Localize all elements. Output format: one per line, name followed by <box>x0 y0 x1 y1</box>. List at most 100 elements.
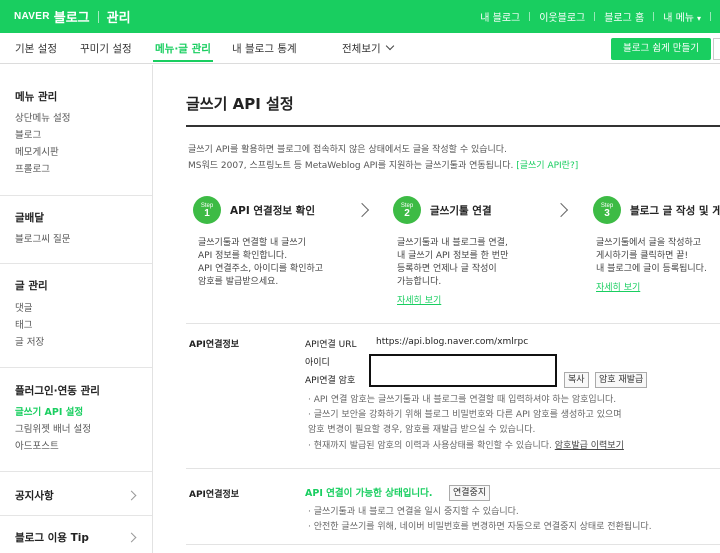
step-1-title: API 연결정보 확인 <box>230 205 315 217</box>
all-view-dropdown[interactable]: 전체보기 <box>342 41 394 56</box>
write-api-help-link[interactable]: [글쓰기 API란?] <box>516 161 578 171</box>
step-1-line-2: API 정보를 확인합니다. <box>198 251 288 261</box>
admin-label[interactable]: 관리 <box>107 7 131 26</box>
sidebar-item-top-menu[interactable]: 상단메뉴 설정 <box>15 110 70 124</box>
api-status-label: API연결정보 <box>189 490 240 500</box>
easy-blog-button[interactable]: 블로그 쉽게 만들기 <box>611 38 711 60</box>
status-note-2: · 안전한 글쓰기를 위해, 네이버 비밀번호를 변경하면 자동으로 연결중지 … <box>308 522 652 532</box>
tab-design-settings[interactable]: 꾸미기 설정 <box>80 41 132 56</box>
api-id-label: 아이디 <box>305 358 330 368</box>
step-2-line-2: 내 글쓰기 API 정보를 한 번만 <box>397 251 509 261</box>
sidebar-divider <box>0 195 152 196</box>
tab-menu-post-admin[interactable]: 메뉴·글 관리 <box>155 41 211 56</box>
sidebar-notice[interactable]: 공지사항 <box>15 488 54 503</box>
status-note-1: · 글쓰기툴과 내 블로그 연결을 일시 중지할 수 있습니다. <box>308 507 519 517</box>
sidebar-item-prologue[interactable]: 프롤로그 <box>15 161 50 175</box>
main-content: 글쓰기 API 설정 글쓰기 API를 활용하면 블로그에 접속하지 않은 상태… <box>153 65 720 553</box>
sidebar-item-memo-board[interactable]: 메모게시판 <box>15 144 59 158</box>
api-note-4: · 현재까지 발급된 암호의 이력과 사용상태를 확인할 수 있습니다. 암호발… <box>308 440 624 452</box>
section-divider <box>186 468 720 469</box>
description-text: MS워드 2007, 스프링노트 등 MetaWeblog API를 지원하는 … <box>188 161 514 171</box>
neighbor-blog-link[interactable]: 이웃블로그 <box>539 9 585 24</box>
step-2-title: 글쓰기툴 연결 <box>430 205 492 217</box>
description-line-2: MS워드 2007, 스프링노트 등 MetaWeblog API를 지원하는 … <box>188 158 578 171</box>
top-bar: NAVER 블로그 관리 내 블로그 이웃블로그 블로그 홈 내 메뉴 ▾ <box>0 0 720 33</box>
active-tab-indicator <box>153 60 213 62</box>
step-3-badge-number: 3 <box>604 208 610 219</box>
sidebar-heading-distribution: 글배달 <box>15 212 44 224</box>
chevron-right-icon <box>126 532 137 543</box>
sidebar-item-post-save[interactable]: 글 저장 <box>15 334 44 348</box>
step-2-line-1: 글쓰기툴과 내 블로그를 연결, <box>397 238 508 248</box>
nav-divider <box>710 12 711 21</box>
connection-status-text: API 연결이 가능한 상태입니다. <box>305 488 433 499</box>
sidebar-divider <box>0 515 152 516</box>
sidebar-item-blogc-question[interactable]: 블로그씨 질문 <box>15 231 70 245</box>
sidebar-divider <box>0 367 152 368</box>
api-note-2: · 글쓰기 보안을 강화하기 위해 블로그 비밀번호와 다른 API 암호를 생… <box>308 410 622 420</box>
brand-divider <box>97 10 99 23</box>
step-1-line-3: API 연결주소, 아이디를 확인하고 <box>198 264 324 274</box>
sidebar-blog-tip[interactable]: 블로그 이용 Tip <box>15 530 89 545</box>
step-2-badge-number: 2 <box>404 208 410 219</box>
description-line-1: 글쓰기 API를 활용하면 블로그에 접속하지 않은 상태에서도 글을 작성할 … <box>188 145 507 155</box>
blog-logo[interactable]: 블로그 <box>54 7 90 26</box>
step-2-line-3: 등록하면 언제나 글 작성이 <box>397 264 497 274</box>
step-1-line-4: 암호를 발급받으세요. <box>198 277 279 287</box>
section-divider <box>186 323 720 324</box>
all-view-label: 전체보기 <box>342 43 381 55</box>
sidebar-item-widget-banner[interactable]: 그림위젯 배너 설정 <box>15 421 91 435</box>
tab-basic-settings[interactable]: 기본 설정 <box>15 41 57 56</box>
step-2-line-4: 가능합니다. <box>397 277 442 287</box>
chevron-down-icon <box>385 41 394 51</box>
step-2-badge: Step 2 <box>393 196 421 224</box>
sidebar-item-comments[interactable]: 댓글 <box>15 300 32 314</box>
sidebar-item-adpost[interactable]: 아드포스트 <box>15 438 59 452</box>
chevron-right-icon <box>126 490 137 501</box>
title-divider <box>186 125 720 127</box>
stop-connection-button[interactable]: 연결중지 <box>449 485 491 501</box>
sidebar-heading-post-admin: 글 관리 <box>15 280 48 292</box>
chevron-right-icon <box>354 202 370 218</box>
sidebar-heading-plugin: 플러그인·연동 관리 <box>15 385 100 397</box>
chevron-right-icon <box>553 202 569 218</box>
api-note-1: · API 연결 암호는 글쓰기툴과 내 블로그를 연결할 때 입력하셔야 하는… <box>308 395 617 405</box>
sidebar-item-tags[interactable]: 태그 <box>15 317 32 331</box>
step-3-line-1: 글쓰기툴에서 글을 작성하고 <box>596 238 702 248</box>
top-nav: 내 블로그 이웃블로그 블로그 홈 내 메뉴 ▾ <box>480 9 720 24</box>
api-password-field[interactable] <box>369 354 557 387</box>
step-3-line-3: 내 블로그에 글이 등록됩니다. <box>596 264 707 274</box>
copy-button[interactable]: 복사 <box>564 372 589 388</box>
step-3-badge: Step 3 <box>593 196 621 224</box>
sidebar-item-write-api[interactable]: 글쓰기 API 설정 <box>15 404 83 418</box>
step-3-detail-link[interactable]: 자세히 보기 <box>596 280 640 293</box>
sidebar-item-blog[interactable]: 블로그 <box>15 127 41 141</box>
step-1-badge: Step 1 <box>193 196 221 224</box>
my-menu-label: 내 메뉴 <box>663 13 694 24</box>
sidebar-heading-menu-admin: 메뉴 관리 <box>15 91 58 103</box>
blog-home-link[interactable]: 블로그 홈 <box>604 9 644 24</box>
extra-button[interactable] <box>713 38 720 60</box>
naver-logo[interactable]: NAVER <box>14 11 50 22</box>
section-divider <box>186 544 720 545</box>
step-3-title: 블로그 글 작성 및 게시 <box>630 205 720 217</box>
sidebar-divider <box>0 471 152 472</box>
step-2-detail-link[interactable]: 자세히 보기 <box>397 293 441 306</box>
api-note-3: 암호 변경이 필요할 경우, 암호를 재발급 받으실 수 있습니다. <box>308 425 536 435</box>
sidebar: 메뉴 관리 상단메뉴 설정 블로그 메모게시판 프롤로그 글배달 블로그씨 질문… <box>0 65 153 553</box>
reissue-password-button[interactable]: 암호 재발급 <box>595 372 648 388</box>
tab-blog-stats[interactable]: 내 블로그 통계 <box>232 41 297 56</box>
api-password-label: API연결 암호 <box>305 376 356 386</box>
api-url-label: API연결 URL <box>305 340 357 350</box>
password-history-link[interactable]: 암호발급 이력보기 <box>555 441 624 451</box>
sidebar-divider <box>0 263 152 264</box>
step-1-badge-number: 1 <box>204 208 210 219</box>
nav-divider <box>529 12 531 21</box>
my-blog-link[interactable]: 내 블로그 <box>480 9 520 24</box>
api-url-value: https://api.blog.naver.com/xmlrpc <box>376 337 529 347</box>
step-1-line-1: 글쓰기툴과 연결할 내 글쓰기 <box>198 238 306 248</box>
nav-divider <box>653 12 655 21</box>
my-menu-link[interactable]: 내 메뉴 ▾ <box>663 9 701 24</box>
brand-logo[interactable]: NAVER 블로그 관리 <box>14 7 131 26</box>
nav-divider <box>594 12 596 21</box>
